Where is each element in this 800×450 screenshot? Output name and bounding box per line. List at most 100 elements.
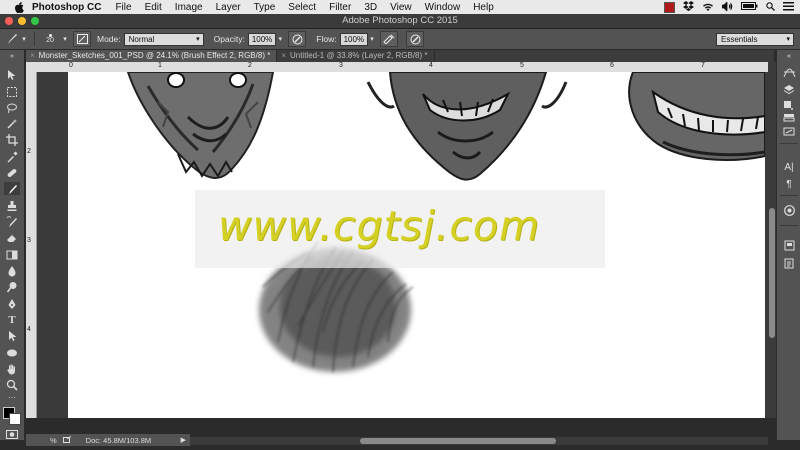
menu-3d[interactable]: 3D xyxy=(364,2,377,13)
healing-brush-tool[interactable] xyxy=(4,166,20,179)
clone-stamp-tool[interactable] xyxy=(4,199,20,212)
share-icon[interactable] xyxy=(62,435,72,445)
quick-selection-tool[interactable] xyxy=(4,117,20,130)
spotlight-icon[interactable] xyxy=(766,1,775,14)
status-menu-arrow-icon[interactable]: ▶ xyxy=(181,436,186,444)
history-brush-tool[interactable] xyxy=(4,215,20,228)
navigator-icon xyxy=(784,240,794,250)
menu-type[interactable]: Type xyxy=(254,2,276,13)
document-tab-monster-sketches[interactable]: × Monster_Sketches_001_PSD @ 24.1% (Brus… xyxy=(26,50,278,62)
move-tool[interactable] xyxy=(4,68,20,81)
pressure-size-button[interactable] xyxy=(406,31,425,47)
stamp-icon xyxy=(7,200,17,211)
gradient-tool[interactable] xyxy=(4,248,20,261)
brush-size-picker[interactable]: 20 xyxy=(39,31,61,47)
crop-tool[interactable] xyxy=(4,133,20,146)
layers-icon xyxy=(783,84,795,94)
vertical-ruler[interactable]: 2 3 4 xyxy=(26,72,37,418)
document-tab-untitled[interactable]: × Untitled-1 @ 33.8% (Layer 2, RGB/8) * xyxy=(277,50,435,62)
blur-tool[interactable] xyxy=(4,264,20,277)
path-selection-tool[interactable] xyxy=(4,329,20,342)
paths-panel-button[interactable] xyxy=(781,126,797,136)
ruler-tick-label: 1 xyxy=(158,62,162,69)
app-menu[interactable]: Photoshop CC xyxy=(32,2,101,13)
apple-icon[interactable] xyxy=(14,2,24,14)
workspace-value: Essentials xyxy=(721,34,758,44)
type-tool[interactable]: T xyxy=(4,313,20,326)
flow-input[interactable]: 100% xyxy=(339,32,369,46)
collapse-panels-button[interactable]: « xyxy=(781,52,797,60)
color-swatches[interactable] xyxy=(3,407,21,425)
brush-tool[interactable] xyxy=(4,182,20,195)
notifications-icon[interactable] xyxy=(783,1,794,14)
channels-panel-button[interactable] xyxy=(781,112,797,122)
pressure-opacity-button[interactable] xyxy=(288,31,307,47)
menu-layer[interactable]: Layer xyxy=(216,2,241,13)
dropbox-icon[interactable] xyxy=(683,1,694,14)
ruler-tick-label: 2 xyxy=(248,62,252,69)
quick-mask-button[interactable] xyxy=(4,429,20,439)
menu-edit[interactable]: Edit xyxy=(145,2,162,13)
ruler-tick-label: 4 xyxy=(429,62,433,69)
menu-view[interactable]: View xyxy=(390,2,412,13)
close-tab-icon[interactable]: × xyxy=(30,50,35,62)
record-icon[interactable] xyxy=(664,2,675,13)
properties-panel-button[interactable] xyxy=(781,98,797,112)
ruler-tick-label: 3 xyxy=(27,237,31,244)
menu-select[interactable]: Select xyxy=(288,2,316,13)
eyedropper-tool[interactable] xyxy=(4,150,20,163)
vertical-scroll-thumb[interactable] xyxy=(769,208,775,338)
menu-file[interactable]: File xyxy=(115,2,131,13)
vertical-scrollbar[interactable] xyxy=(768,62,776,418)
brush-presets-panel-button[interactable] xyxy=(781,66,797,80)
battery-icon[interactable] xyxy=(741,2,758,13)
zoom-level-field[interactable]: % xyxy=(50,436,57,445)
menu-filter[interactable]: Filter xyxy=(329,2,351,13)
edit-toolbar-button[interactable]: ··· xyxy=(4,393,20,402)
brush-size-dropdown[interactable]: ▾ xyxy=(61,32,69,46)
opacity-dropdown[interactable]: ▾ xyxy=(276,32,284,46)
wifi-icon[interactable] xyxy=(702,2,714,14)
shape-tool[interactable] xyxy=(4,346,20,359)
volume-icon[interactable] xyxy=(721,0,733,14)
mode-value: Normal xyxy=(128,34,155,44)
monster-head-sketch-2 xyxy=(366,72,568,181)
menu-image[interactable]: Image xyxy=(175,2,203,13)
airbrush-button[interactable] xyxy=(380,31,399,47)
collapse-tools-button[interactable]: » xyxy=(4,52,20,60)
paragraph-panel-button[interactable]: ¶ xyxy=(781,177,797,191)
dodge-tool[interactable] xyxy=(4,280,20,293)
opacity-input[interactable]: 100% xyxy=(247,32,277,46)
close-tab-icon[interactable]: × xyxy=(281,50,286,62)
brush-tool-preset-picker[interactable]: ▾ xyxy=(0,32,30,46)
notes-panel-button[interactable] xyxy=(781,256,797,270)
horizontal-scrollbar[interactable] xyxy=(190,437,768,445)
ruler-tick-label: 5 xyxy=(520,62,524,69)
eraser-tool[interactable] xyxy=(4,231,20,244)
marquee-tool[interactable] xyxy=(4,85,20,98)
gradient-icon xyxy=(6,250,18,259)
zoom-tool[interactable] xyxy=(4,378,20,391)
pen-tool[interactable] xyxy=(4,297,20,310)
lasso-tool[interactable] xyxy=(4,101,20,114)
menu-window[interactable]: Window xyxy=(425,2,461,13)
layers-panel-button[interactable] xyxy=(781,82,797,96)
background-color-swatch[interactable] xyxy=(9,413,21,425)
horizontal-scroll-thumb[interactable] xyxy=(360,438,556,444)
mode-select[interactable]: Normal xyxy=(123,32,204,46)
libraries-panel-button[interactable] xyxy=(781,203,797,217)
navigator-panel-button[interactable] xyxy=(781,238,797,252)
hand-icon xyxy=(7,364,15,374)
workspace-switcher[interactable]: Essentials xyxy=(716,32,794,46)
document-canvas[interactable]: www.cgtsj.com xyxy=(68,72,765,418)
toggle-brush-panel-button[interactable] xyxy=(73,31,91,47)
hand-tool[interactable] xyxy=(4,362,20,375)
pasteboard[interactable]: www.cgtsj.com xyxy=(37,72,768,418)
mode-label: Mode: xyxy=(97,34,121,44)
flow-dropdown[interactable]: ▾ xyxy=(368,32,376,46)
menu-help[interactable]: Help xyxy=(473,2,494,13)
character-panel-button[interactable]: A| xyxy=(781,160,797,174)
eyedropper-icon xyxy=(7,151,18,162)
quick-mask-icon xyxy=(6,429,18,439)
brush-icon xyxy=(7,184,17,194)
